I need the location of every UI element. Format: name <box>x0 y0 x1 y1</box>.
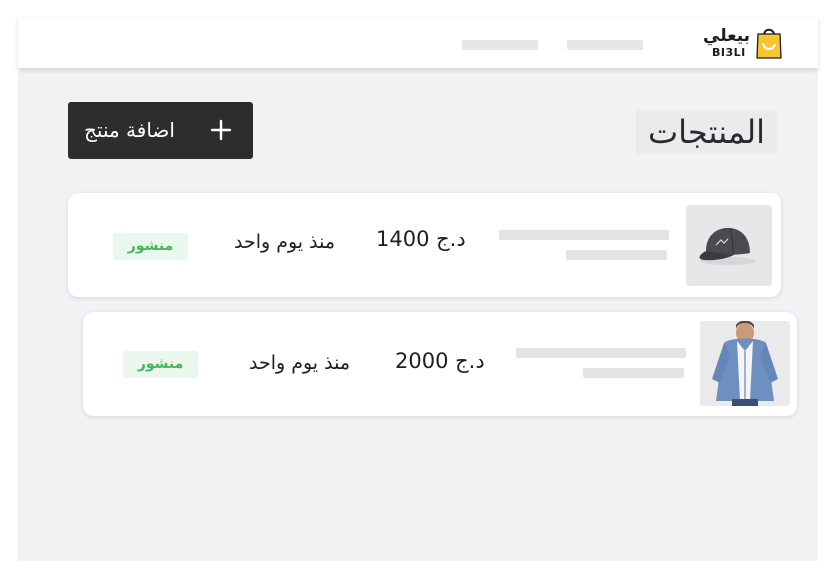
product-name-placeholder <box>499 230 669 240</box>
shopping-bag-icon <box>756 28 782 59</box>
product-desc-placeholder <box>566 250 667 260</box>
plus-icon <box>210 119 232 141</box>
product-price: 2000 د.ج <box>395 349 485 373</box>
status-badge: منشور <box>123 351 198 378</box>
hoodie-image <box>700 321 790 406</box>
product-date: منذ يوم واحد <box>234 231 336 253</box>
add-product-button[interactable]: اضافة منتج <box>68 102 253 159</box>
product-image-cap[interactable] <box>686 205 772 286</box>
brand-logo[interactable]: بيعلي BI3LI <box>703 26 785 62</box>
nav-link-placeholder[interactable] <box>567 40 643 50</box>
app-window: بيعلي BI3LI المنتجات اضافة منتج 1400 د.ج… <box>18 18 818 561</box>
product-row[interactable]: 2000 د.ج منذ يوم واحد منشور <box>83 312 797 416</box>
product-image-hoodie[interactable] <box>700 321 790 406</box>
page-title: المنتجات <box>636 110 777 154</box>
product-name-placeholder <box>516 348 686 358</box>
brand-name-latin: BI3LI <box>712 46 746 59</box>
status-badge: منشور <box>113 233 188 260</box>
add-product-label: اضافة منتج <box>84 118 175 142</box>
cap-image <box>699 227 756 265</box>
product-row[interactable]: 1400 د.ج منذ يوم واحد منشور <box>68 193 781 297</box>
product-desc-placeholder <box>583 368 684 378</box>
brand-name-arabic: بيعلي <box>703 26 751 46</box>
top-navbar: بيعلي BI3LI <box>18 18 818 68</box>
product-price: 1400 د.ج <box>376 227 466 251</box>
product-date: منذ يوم واحد <box>249 352 351 374</box>
nav-link-placeholder[interactable] <box>462 40 538 50</box>
